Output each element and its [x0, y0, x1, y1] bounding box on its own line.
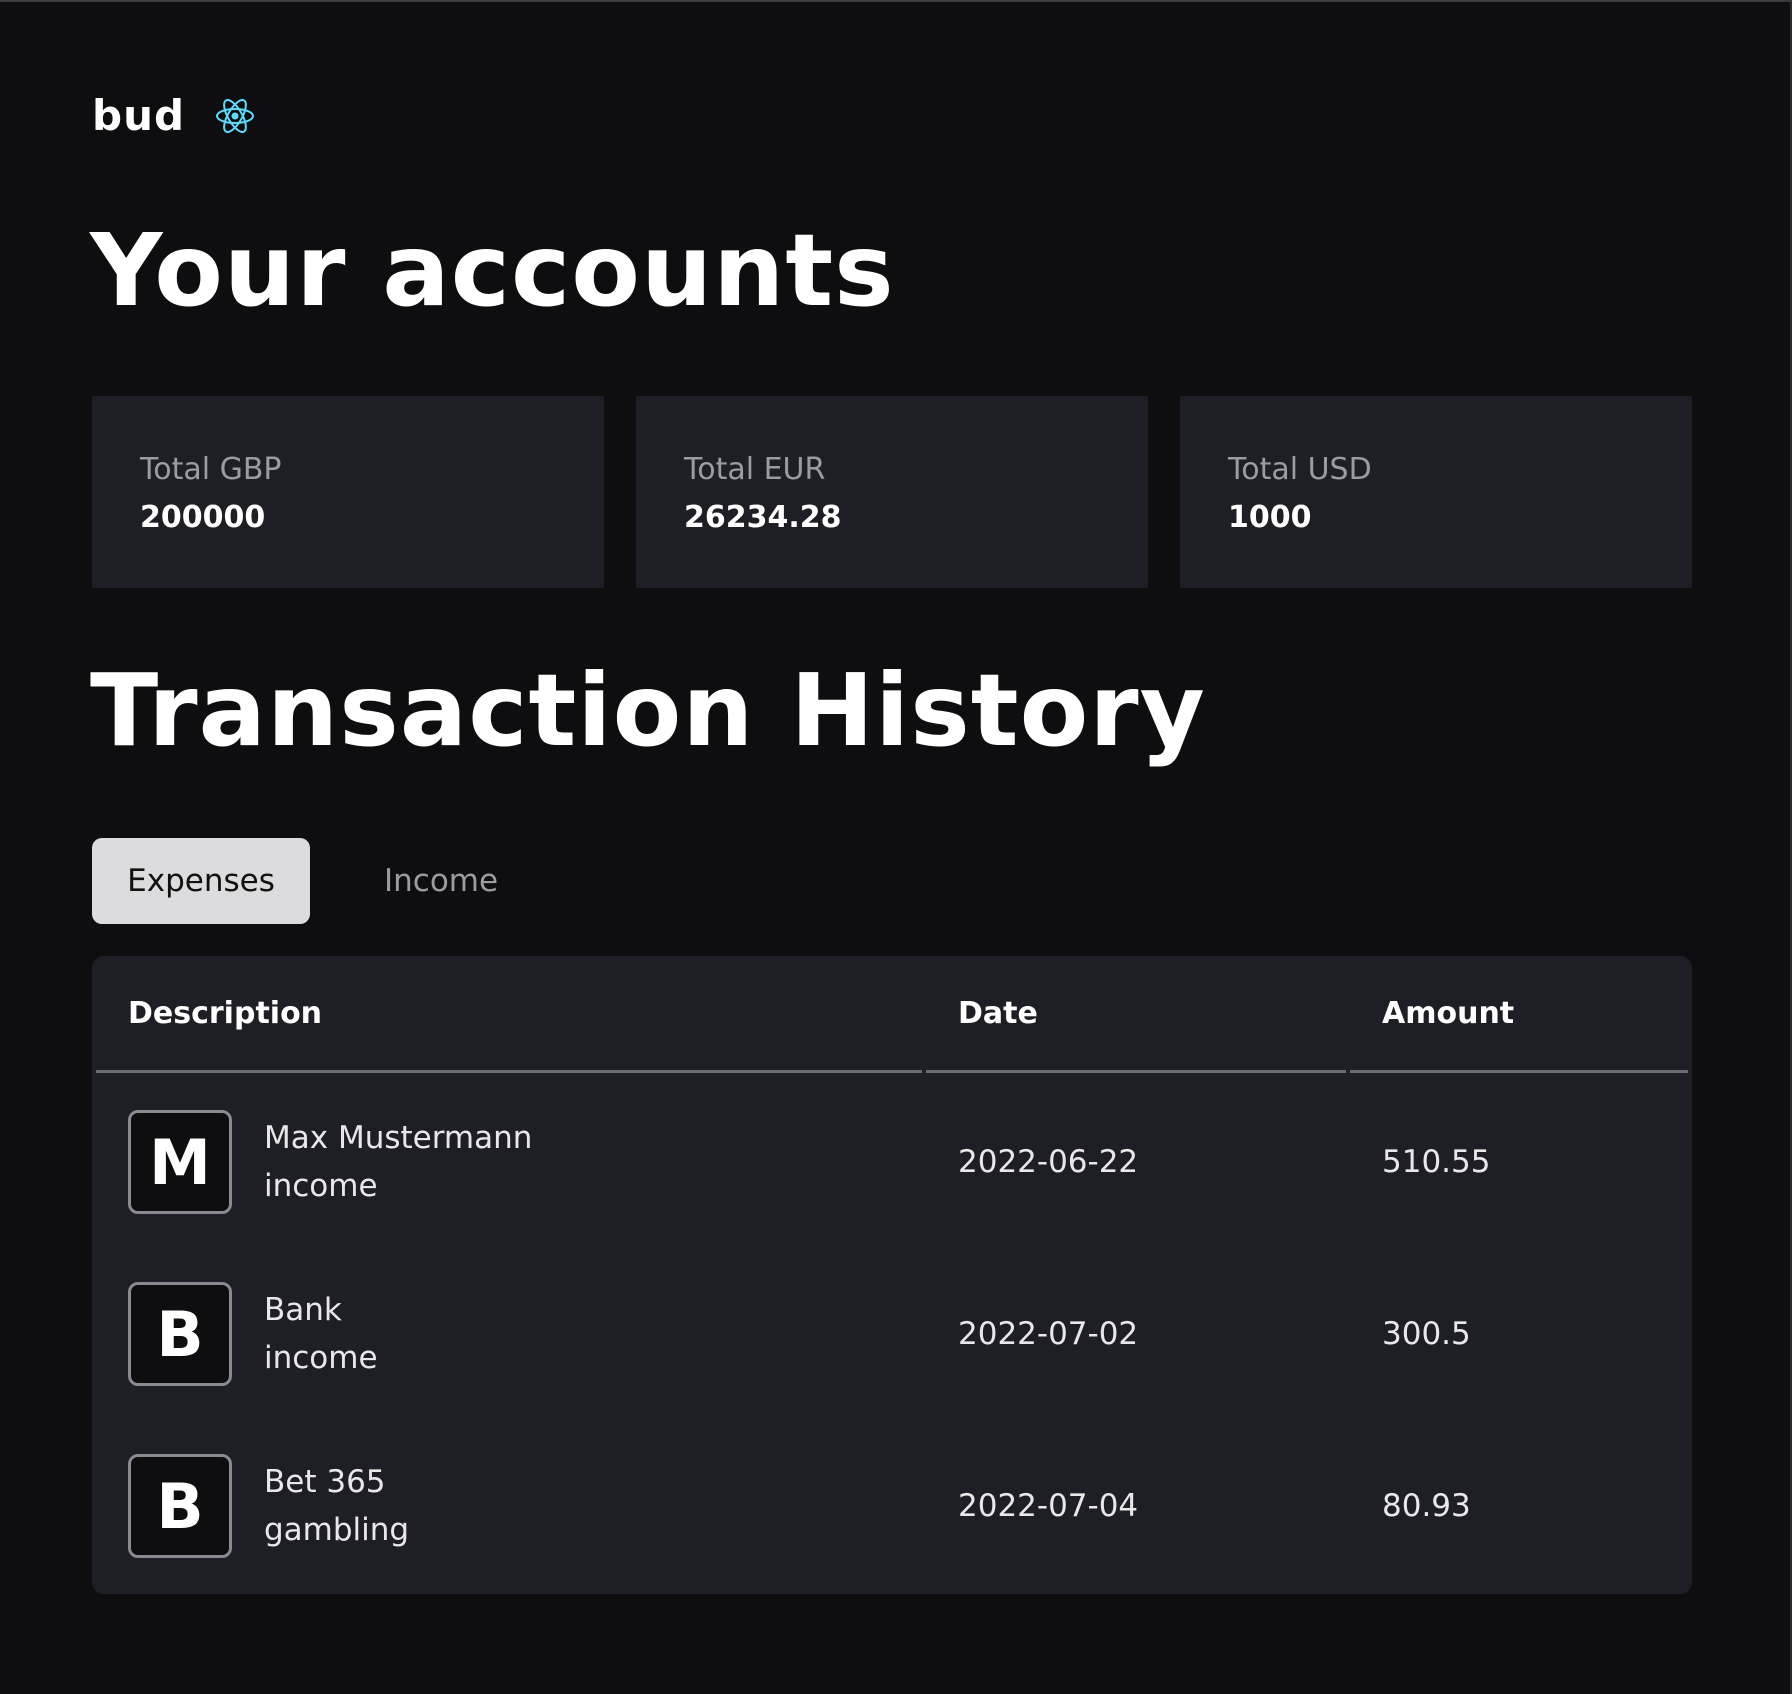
brand-name: bud — [92, 91, 186, 140]
header-divider — [1350, 1070, 1688, 1073]
transaction-category: income — [264, 1168, 378, 1204]
tab-income[interactable]: Income — [344, 838, 538, 924]
transaction-amount: 300.5 — [1382, 1316, 1471, 1352]
avatar: B — [128, 1454, 232, 1558]
account-card-label: Total USD — [1228, 452, 1372, 487]
section-title-transaction-history: Transaction History — [90, 652, 1206, 769]
avatar: M — [128, 1110, 232, 1214]
transaction-tabs: Expenses Income — [92, 838, 538, 924]
table-row[interactable]: B Bank income 2022-07-02 300.5 — [92, 1252, 1692, 1424]
transaction-amount: 510.55 — [1382, 1144, 1491, 1180]
transaction-name: Bet 365 — [264, 1464, 386, 1500]
account-card-value: 200000 — [140, 500, 266, 535]
header-divider — [926, 1070, 1346, 1073]
table-row[interactable]: M Max Mustermann income 2022-06-22 510.5… — [92, 1080, 1692, 1252]
transaction-amount: 80.93 — [1382, 1488, 1471, 1524]
account-card-eur: Total EUR 26234.28 — [636, 396, 1148, 588]
column-header-amount: Amount — [1382, 996, 1515, 1031]
table-row[interactable]: B Bet 365 gambling 2022-07-04 80.93 — [92, 1424, 1692, 1596]
react-icon — [215, 96, 255, 136]
account-cards: Total GBP 200000 Total EUR 26234.28 Tota… — [92, 396, 1692, 588]
account-card-label: Total GBP — [140, 452, 282, 487]
account-card-value: 1000 — [1228, 500, 1312, 535]
transaction-date: 2022-06-22 — [958, 1144, 1139, 1180]
transaction-name: Max Mustermann — [264, 1120, 533, 1156]
transaction-description: Bank income — [264, 1286, 378, 1382]
header-logo: bud — [92, 92, 255, 140]
column-header-date: Date — [958, 996, 1038, 1031]
tab-expenses[interactable]: Expenses — [92, 838, 310, 924]
transaction-category: gambling — [264, 1512, 410, 1548]
page-title: Your accounts — [90, 212, 895, 329]
account-card-label: Total EUR — [684, 452, 826, 487]
transactions-table: Description Date Amount M Max Mustermann… — [92, 956, 1692, 1594]
transaction-date: 2022-07-04 — [958, 1488, 1139, 1524]
header-divider — [96, 1070, 922, 1073]
transaction-description: Max Mustermann income — [264, 1114, 532, 1210]
transaction-description: Bet 365 gambling — [264, 1458, 409, 1554]
table-header: Description Date Amount — [92, 956, 1692, 1074]
avatar: B — [128, 1282, 232, 1386]
column-header-description: Description — [128, 996, 323, 1031]
account-card-value: 26234.28 — [684, 500, 842, 535]
transaction-name: Bank — [264, 1292, 342, 1328]
account-card-usd: Total USD 1000 — [1180, 396, 1692, 588]
account-card-gbp: Total GBP 200000 — [92, 396, 604, 588]
transaction-date: 2022-07-02 — [958, 1316, 1139, 1352]
transaction-category: income — [264, 1340, 378, 1376]
